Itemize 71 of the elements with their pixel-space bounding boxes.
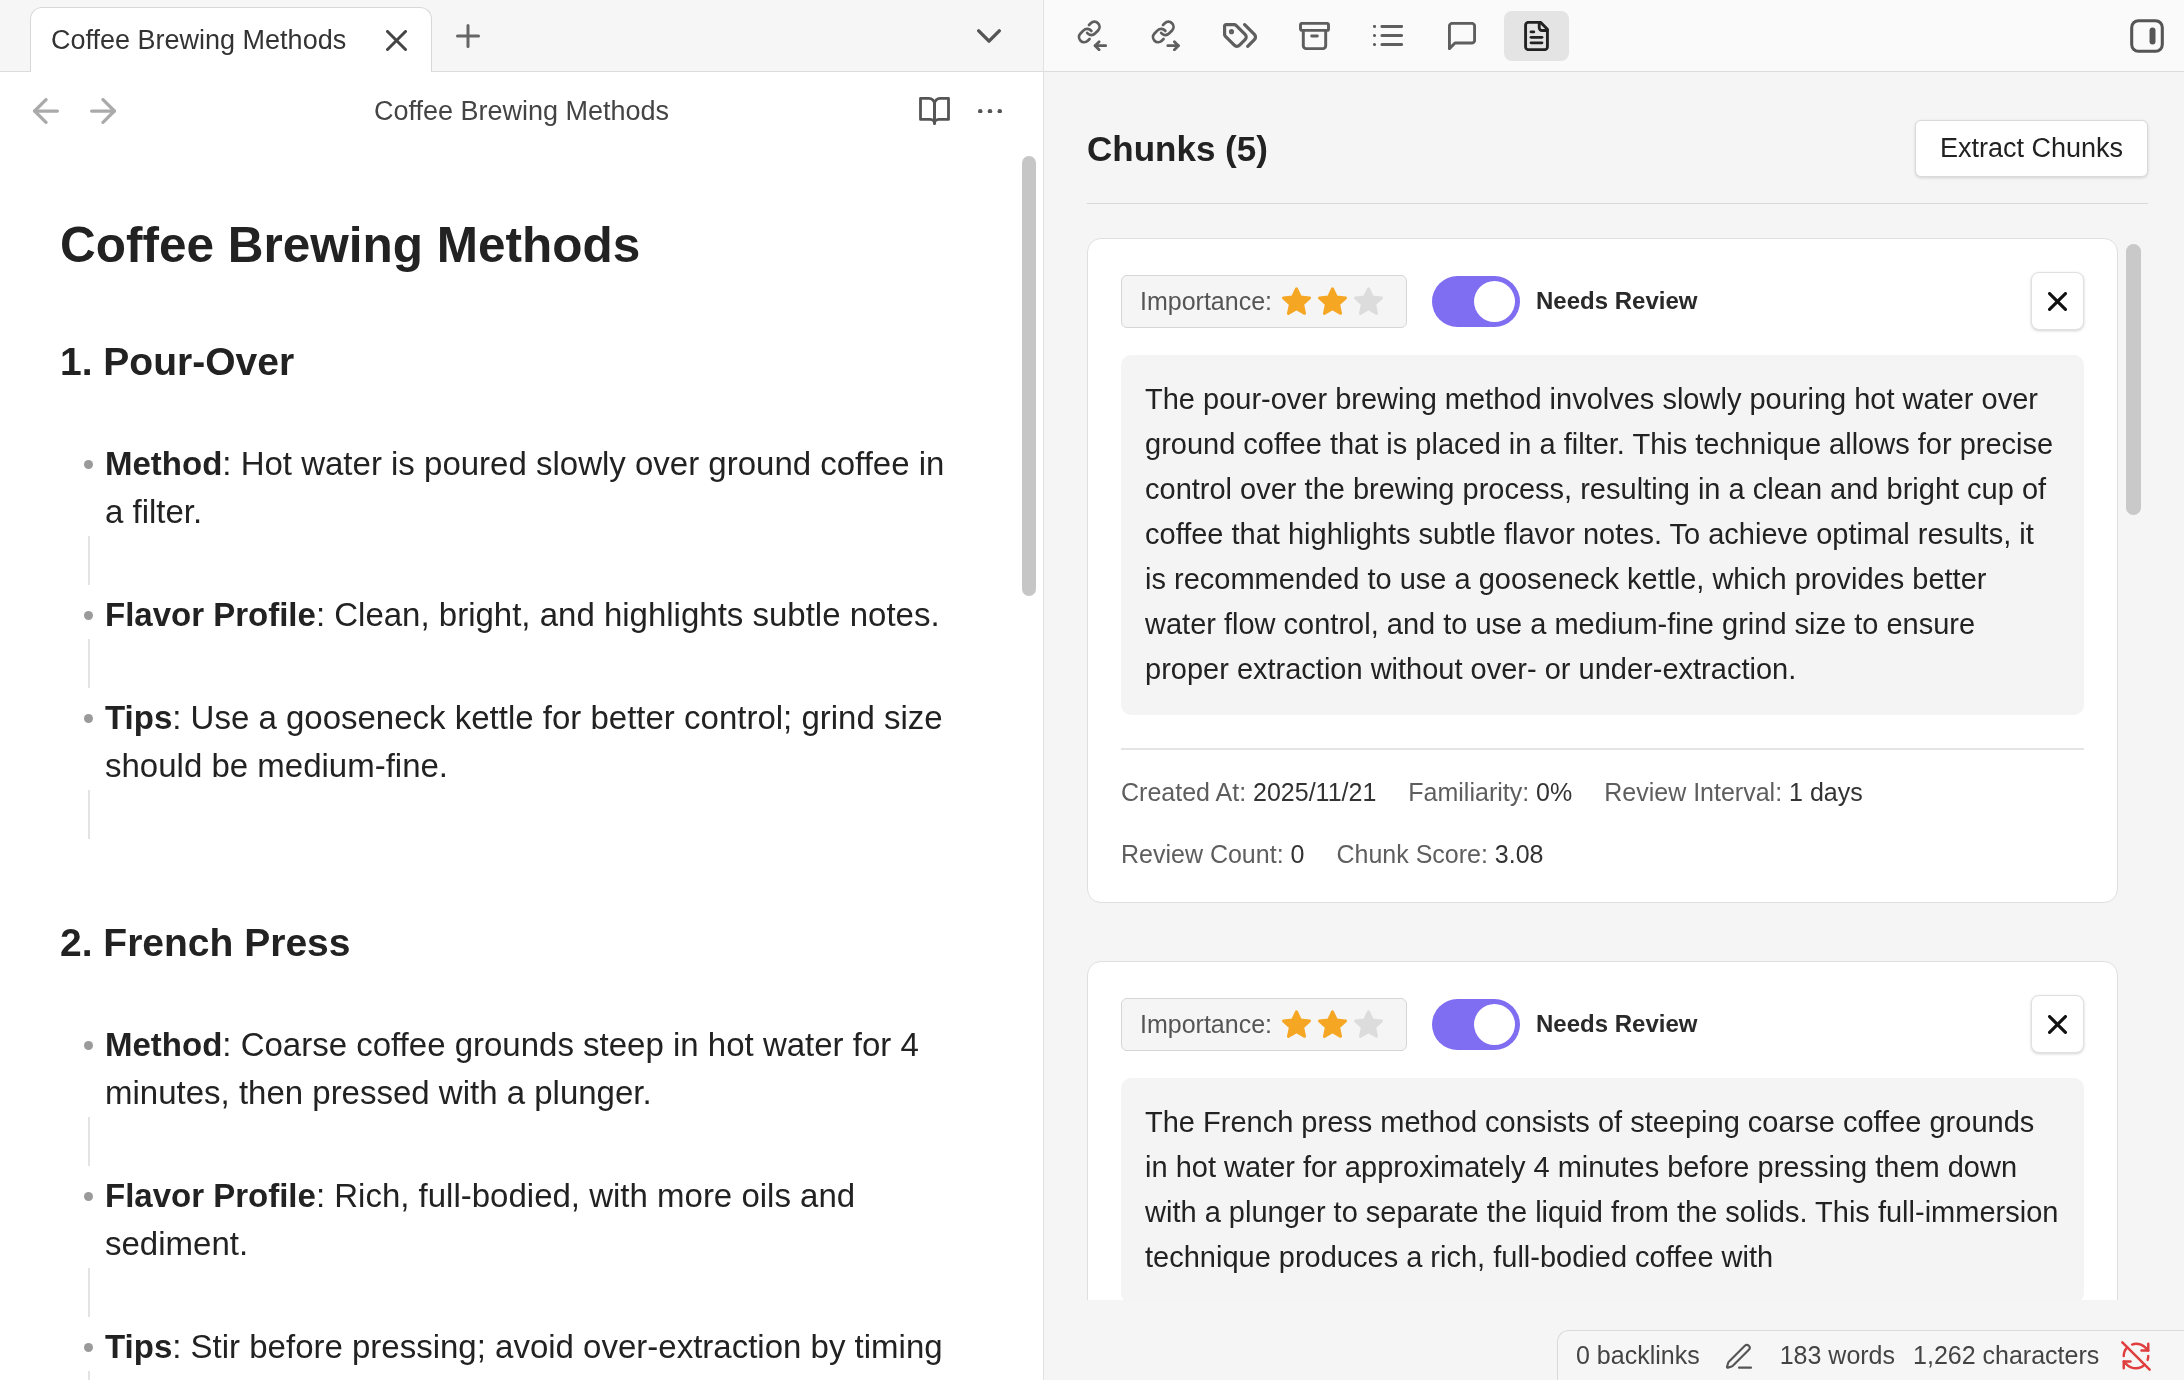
document-title: Coffee Brewing Methods bbox=[60, 216, 642, 274]
star-icon[interactable] bbox=[1318, 287, 1347, 315]
section-heading: 1. Pour-Over bbox=[60, 339, 296, 385]
more-icon[interactable] bbox=[978, 108, 1002, 114]
star-icon[interactable] bbox=[1354, 287, 1383, 315]
meta-item: Familiarity: 0% bbox=[1408, 777, 1573, 807]
plus-icon[interactable] bbox=[456, 23, 480, 48]
archive-icon bbox=[1298, 21, 1330, 50]
toolbar-button[interactable] bbox=[1373, 25, 1403, 46]
star-rating[interactable] bbox=[1282, 1010, 1383, 1038]
meta-item: Chunk Score: 3.08 bbox=[1336, 839, 1544, 869]
bullet-icon bbox=[84, 713, 93, 723]
character-count: 1,262 characters bbox=[1913, 1341, 2100, 1370]
speech-bubble-icon bbox=[1448, 21, 1476, 50]
star-icon[interactable] bbox=[1354, 1010, 1383, 1038]
section-heading: 2. French Press bbox=[60, 920, 352, 966]
toolbar-button[interactable] bbox=[1223, 23, 1257, 48]
meta-item: Review Interval: 1 days bbox=[1604, 777, 1863, 807]
close-button[interactable] bbox=[2031, 272, 2084, 330]
toggle-switch[interactable] bbox=[1432, 998, 1520, 1050]
tab[interactable]: Coffee Brewing Methods bbox=[30, 7, 432, 72]
meta-item: Review Count: 0 bbox=[1121, 839, 1305, 869]
sync-off-icon[interactable] bbox=[2121, 1340, 2152, 1371]
toggle-label: Needs Review bbox=[1536, 287, 1698, 315]
note-title: Coffee Brewing Methods bbox=[373, 95, 670, 127]
extract-button[interactable]: Extract Chunks bbox=[1914, 120, 2148, 177]
bullet-icon bbox=[84, 1342, 93, 1352]
close-button[interactable] bbox=[2031, 995, 2084, 1053]
pencil-icon[interactable] bbox=[1724, 1342, 1753, 1369]
star-icon[interactable] bbox=[1282, 1010, 1311, 1038]
list-icon bbox=[1373, 25, 1403, 46]
scrollbar-thumb[interactable] bbox=[2126, 244, 2141, 515]
toolbar-button[interactable] bbox=[1298, 21, 1330, 50]
backlinks-count[interactable]: 0 backlinks bbox=[1576, 1341, 1700, 1370]
toolbar-button[interactable] bbox=[1448, 21, 1476, 50]
panel-title: Chunks (5) bbox=[1087, 128, 1268, 169]
star-icon[interactable] bbox=[1318, 1010, 1347, 1038]
bullet-icon bbox=[84, 459, 93, 469]
list-item-text: Tips: Stir before pressing; avoid over-extraction by timing bbox=[105, 1327, 944, 1367]
chevron-down-icon[interactable] bbox=[977, 28, 1001, 43]
list-item-text: Flavor Profile: Rich, full-bodied, with more oils and sediment. bbox=[105, 1176, 857, 1264]
list-item-text: Tips: Use a gooseneck kettle for better control; grind size should be medium-fine. bbox=[105, 698, 944, 786]
toolbar-button[interactable] bbox=[1076, 20, 1108, 51]
scrollbar-thumb[interactable] bbox=[1022, 156, 1036, 596]
chunk-text: The pour-over brewing method involves slowly pouring hot water over ground coffee that is placed in a filter. This technique allows for precise control over the brewing process, resulting in a clean and bright cup of coffee that highlights subtle flavor notes. To achieve optimal results, it is recommended to use a gooseneck kettle, which provides better water flow control, and to use a medium-fine grind size to ensure proper extraction without over- or under-extraction. bbox=[1121, 355, 2084, 715]
toggle-switch[interactable] bbox=[1432, 275, 1520, 327]
word-count: 183 words bbox=[1779, 1341, 1896, 1370]
book-icon[interactable] bbox=[919, 97, 950, 125]
list-item-text: Method: Hot water is poured slowly over ground coffee in a filter. bbox=[105, 444, 946, 532]
close-icon[interactable] bbox=[386, 29, 407, 51]
toolbar-button[interactable] bbox=[1150, 20, 1182, 51]
chunk-text: The French press method consists of steeping coarse coffee grounds in hot water for approximately 4 minutes before pressing them down with a plunger to separate the liquid from the solids. This full-immersion technique produces a rich, full-bodied coffee with bbox=[1121, 1078, 2084, 1300]
tags-icon bbox=[1223, 23, 1257, 48]
list-item-text: Flavor Profile: Clean, bright, and highlights subtle notes. bbox=[105, 595, 941, 635]
toolbar-button[interactable] bbox=[1503, 10, 1569, 61]
link-arrow-right-icon bbox=[1150, 20, 1182, 51]
link-arrow-left-icon bbox=[1076, 20, 1108, 51]
star-rating[interactable] bbox=[1282, 287, 1383, 315]
importance-label: Importance: bbox=[1140, 286, 1272, 316]
meta-item: Created At: 2025/11/21 bbox=[1121, 777, 1377, 807]
importance-label: Importance: bbox=[1140, 1009, 1272, 1039]
toggle-label: Needs Review bbox=[1536, 1010, 1698, 1038]
star-icon[interactable] bbox=[1282, 287, 1311, 315]
bullet-icon bbox=[84, 610, 93, 620]
list-item-text: Method: Coarse coffee grounds steep in hot water for 4 minutes, then pressed with a plunger. bbox=[105, 1025, 920, 1113]
document-icon bbox=[1523, 20, 1549, 51]
close-icon bbox=[2048, 291, 2067, 311]
bullet-icon bbox=[84, 1040, 93, 1050]
close-icon bbox=[2048, 1014, 2067, 1034]
bullet-icon bbox=[84, 1191, 93, 1201]
sidebar-toggle-icon[interactable] bbox=[2130, 18, 2164, 53]
